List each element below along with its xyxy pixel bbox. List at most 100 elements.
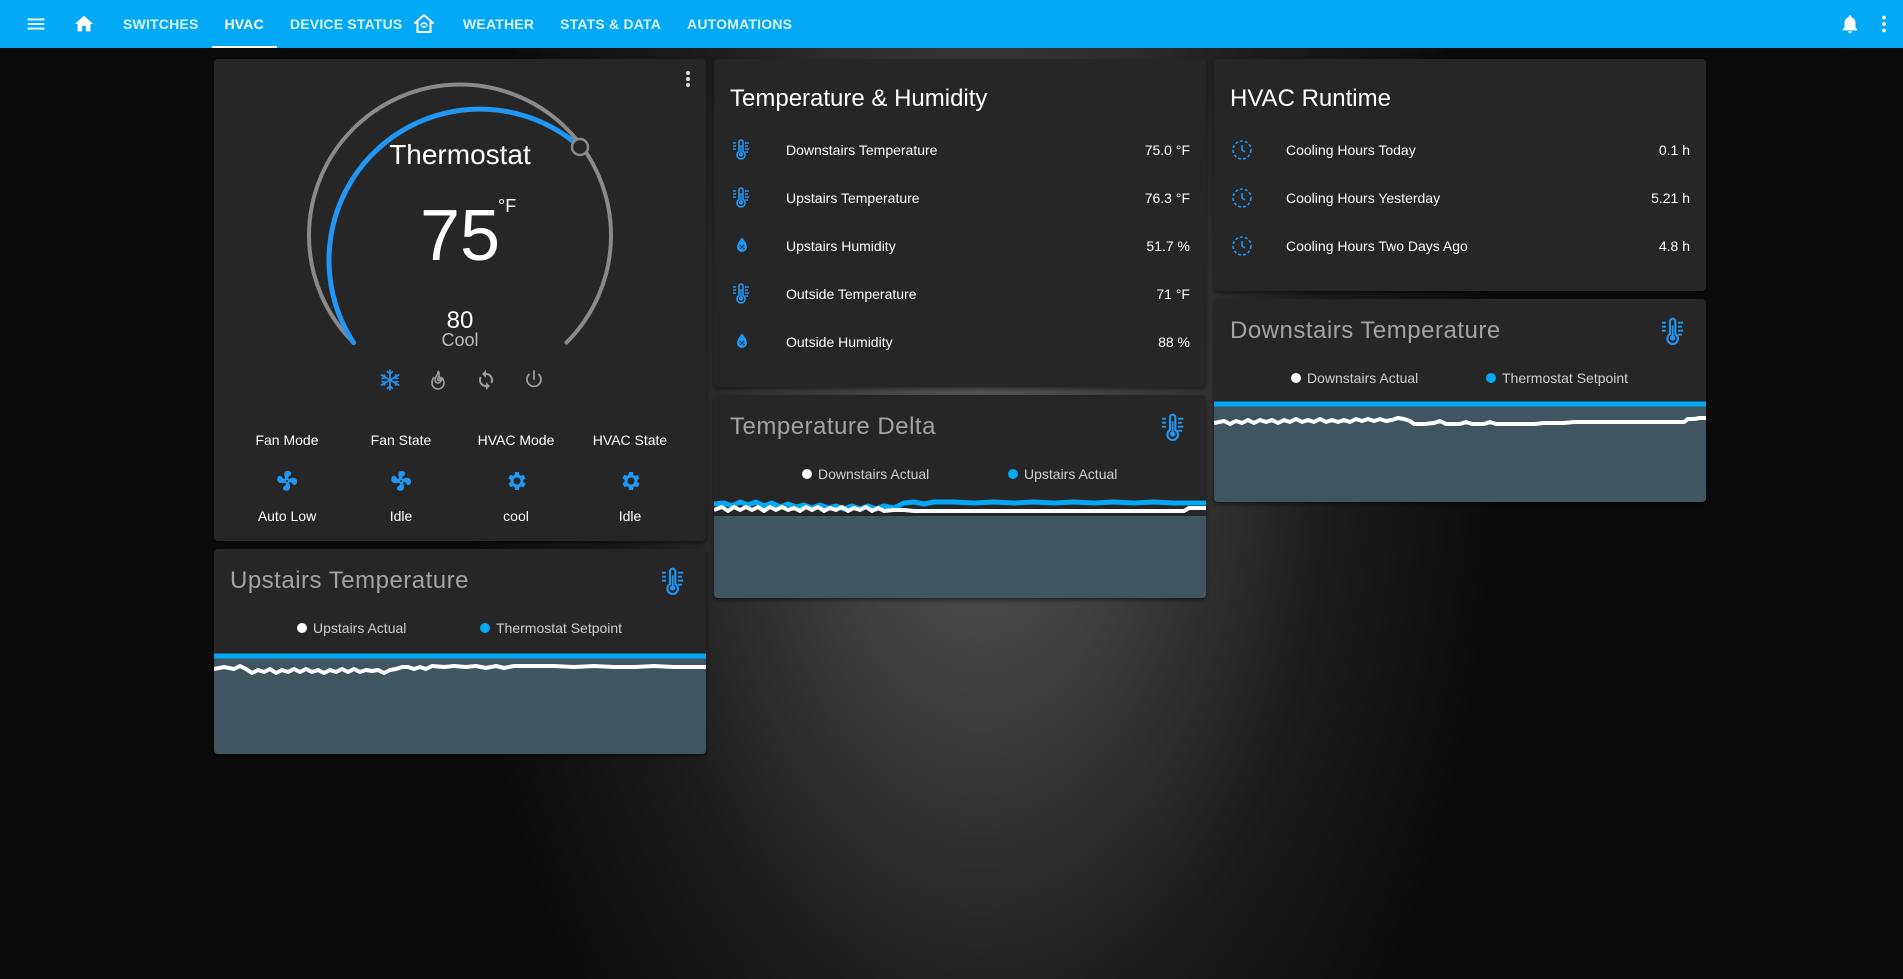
graph-title: Upstairs Temperature [230, 567, 469, 594]
entity-row[interactable]: Cooling Hours Two Days Ago 4.8 h [1214, 222, 1706, 270]
thermometer-lines-icon [658, 566, 690, 598]
graph-title: Downstairs Temperature [1230, 317, 1501, 344]
water-percent-icon [730, 234, 754, 258]
entity-name: Upstairs Temperature [786, 190, 920, 206]
clock-outline-icon [1230, 186, 1254, 210]
entity-name: Cooling Hours Today [1286, 142, 1416, 158]
thermometer-lines-icon [1158, 412, 1190, 444]
series-fill [714, 516, 1206, 598]
legend-dot [1486, 373, 1496, 383]
current-temperature: 75 [419, 196, 501, 276]
temperature-unit: °F [498, 196, 517, 216]
entity-row[interactable]: Outside Humidity 88 % [714, 318, 1206, 366]
entity-name: Downstairs Temperature [786, 142, 938, 158]
fan-icon [275, 469, 299, 493]
legend-item[interactable]: Upstairs Actual [1008, 466, 1117, 482]
legend-item[interactable]: Downstairs Actual [1291, 370, 1418, 386]
entity-row[interactable]: Outside Temperature 71 °F [714, 270, 1206, 318]
entity-row[interactable]: Upstairs Humidity 51.7 % [714, 222, 1206, 270]
snowflake-icon[interactable] [378, 368, 402, 392]
upstairs-temperature-graph-card[interactable]: Upstairs Temperature Upstairs Actual The… [214, 549, 706, 754]
entity-name: Upstairs Humidity [786, 238, 896, 254]
entity-name: Cooling Hours Yesterday [1286, 190, 1441, 206]
menu-icon[interactable] [24, 12, 48, 36]
legend-item[interactable]: Upstairs Actual [297, 620, 406, 636]
legend-label: Thermostat Setpoint [1502, 370, 1629, 386]
entity-value: 76.3 °F [1144, 190, 1190, 206]
entity-row[interactable]: Upstairs Temperature 76.3 °F [714, 174, 1206, 222]
entity-name: Cooling Hours Two Days Ago [1286, 238, 1468, 254]
entity-row[interactable]: Downstairs Temperature 75.0 °F [714, 126, 1206, 174]
series-fill [1214, 404, 1706, 502]
clock-outline-icon [1230, 234, 1254, 258]
hvac-state-value: Idle [618, 508, 642, 524]
entity-value: 0.1 h [1658, 142, 1690, 158]
entity-row[interactable]: Cooling Hours Today 0.1 h [1214, 126, 1706, 174]
entity-value: 51.7 % [1146, 238, 1190, 254]
entity-value: 4.8 h [1658, 238, 1690, 254]
thermometer-lines-icon [730, 138, 754, 162]
entity-name: Outside Humidity [786, 334, 893, 350]
sparkline-graph [214, 653, 706, 754]
graph-title: Temperature Delta [730, 413, 936, 440]
legend-label: Thermostat Setpoint [496, 620, 623, 636]
tab-hvac[interactable]: HVAC [211, 0, 278, 48]
card-title: HVAC Runtime [1230, 85, 1391, 112]
gear-icon [618, 469, 642, 493]
series-line-downstairs [714, 505, 1206, 513]
tab-device-status[interactable]: DEVICE STATUS [277, 0, 416, 48]
fire-icon[interactable] [426, 368, 450, 392]
top-app-bar: SWITCHES HVAC DEVICE STATUS WEATHER STAT… [0, 0, 1903, 48]
autorenew-icon[interactable] [474, 368, 498, 392]
tab-stats-data[interactable]: STATS & DATA [547, 0, 674, 48]
temperature-humidity-card: Temperature & Humidity Downstairs Temper… [714, 59, 1206, 387]
hvac-state-label: HVAC State [592, 432, 668, 448]
gear-icon [504, 469, 528, 493]
home-icon[interactable] [72, 12, 96, 36]
downstairs-temperature-graph-card[interactable]: Downstairs Temperature Downstairs Actual… [1214, 299, 1706, 502]
legend-dot [802, 469, 812, 479]
legend-label: Upstairs Actual [313, 620, 407, 636]
entity-name: Outside Temperature [786, 286, 917, 302]
hvac-mode-label: Cool [441, 330, 479, 350]
power-icon[interactable] [522, 368, 546, 392]
entity-value: 71 °F [1156, 286, 1190, 302]
fan-mode-value: Auto Low [257, 508, 317, 524]
fan-state-value: Idle [389, 508, 413, 524]
entity-value: 88 % [1158, 334, 1190, 350]
tab-weather[interactable]: WEATHER [450, 0, 547, 48]
water-percent-icon [730, 330, 754, 354]
thermometer-lines-icon [730, 186, 754, 210]
fan-state-label: Fan State [370, 432, 432, 448]
fan-mode-label: Fan Mode [255, 432, 319, 448]
legend-dot [1291, 373, 1301, 383]
hvac-runtime-card: HVAC Runtime Cooling Hours Today 0.1 h C… [1214, 59, 1706, 291]
legend-dot [1008, 469, 1018, 479]
legend-item[interactable]: Thermostat Setpoint [480, 620, 622, 636]
clock-outline-icon [1230, 138, 1254, 162]
thermostat-name: Thermostat [389, 139, 531, 170]
bell-icon[interactable] [1838, 12, 1862, 36]
sparkline-graph [714, 499, 1206, 598]
tab-switches[interactable]: SWITCHES [110, 0, 212, 48]
sparkline-graph [1214, 401, 1706, 502]
thermostat-card: Thermostat 75 °F 80 Cool Fan Mode Fan St… [214, 59, 706, 541]
legend-item[interactable]: Thermostat Setpoint [1486, 370, 1628, 386]
more-vert-icon[interactable] [1872, 12, 1896, 36]
hvac-mode-attr-label: HVAC Mode [477, 432, 555, 448]
legend-label: Upstairs Actual [1024, 466, 1118, 482]
entity-value: 75.0 °F [1144, 142, 1190, 158]
legend-item[interactable]: Downstairs Actual [802, 466, 929, 482]
legend-dot [480, 623, 490, 633]
temperature-delta-graph-card[interactable]: Temperature Delta Downstairs Actual Upst… [714, 395, 1206, 598]
entity-value: 5.21 h [1651, 190, 1690, 206]
legend-label: Downstairs Actual [818, 466, 930, 482]
mode-buttons [214, 365, 706, 395]
thermometer-lines-icon [1658, 316, 1690, 348]
hvac-mode-value: cool [503, 508, 529, 524]
thermometer-lines-icon [730, 282, 754, 306]
legend-dot [297, 623, 307, 633]
entity-row[interactable]: Cooling Hours Yesterday 5.21 h [1214, 174, 1706, 222]
home-automation-icon[interactable] [412, 12, 436, 36]
tab-automations[interactable]: AUTOMATIONS [674, 0, 805, 48]
